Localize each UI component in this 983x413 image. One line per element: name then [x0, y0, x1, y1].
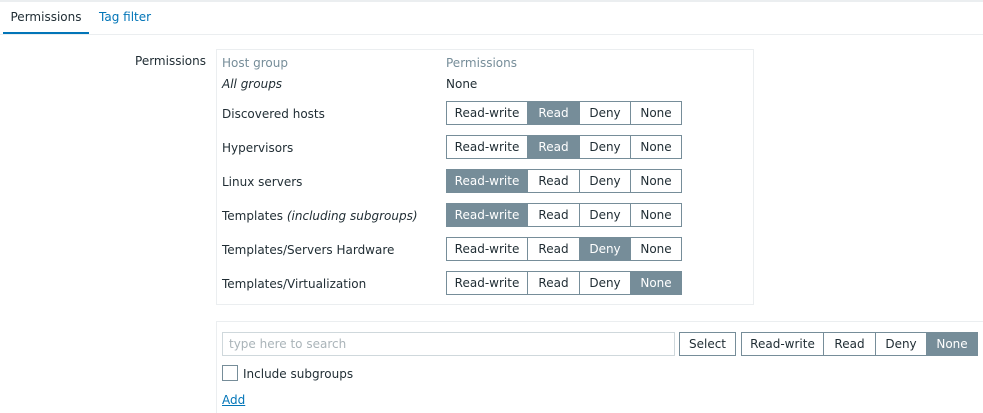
permission-option-none[interactable]: None: [631, 237, 682, 261]
host-group-name: Templates/Virtualization: [222, 277, 366, 291]
tab-permissions[interactable]: Permissions: [3, 2, 89, 34]
new-permission-selector: Read-write Read Deny None: [741, 332, 978, 356]
include-subgroups-label: Include subgroups: [243, 367, 354, 381]
permission-option-read-write[interactable]: Read-write: [446, 101, 528, 125]
permission-option-none[interactable]: None: [631, 169, 682, 193]
host-group-name-text: Templates: [222, 209, 284, 223]
permission-option-none[interactable]: None: [631, 203, 682, 227]
permission-option-read[interactable]: Read: [528, 169, 580, 193]
host-group-name-text: Discovered hosts: [222, 107, 325, 121]
permission-option-deny[interactable]: Deny: [580, 169, 631, 193]
permission-option-deny[interactable]: Deny: [580, 237, 631, 261]
permission-option-read[interactable]: Read: [528, 101, 580, 125]
new-permission-option-none[interactable]: None: [927, 332, 978, 356]
permission-option-deny[interactable]: Deny: [580, 135, 631, 159]
permission-option-read-write[interactable]: Read-write: [446, 135, 528, 159]
permission-option-read-write[interactable]: Read-write: [446, 203, 528, 227]
new-permission-option-read-write[interactable]: Read-write: [741, 332, 824, 356]
column-header-permissions: Permissions: [446, 56, 517, 70]
permission-option-read[interactable]: Read: [528, 135, 580, 159]
permission-option-deny[interactable]: Deny: [580, 203, 631, 227]
include-subgroups-checkbox[interactable]: [222, 365, 238, 381]
permission-selector: Read-write Read Deny None: [446, 271, 682, 295]
permission-option-none[interactable]: None: [631, 101, 682, 125]
permission-option-read-write[interactable]: Read-write: [446, 169, 528, 193]
column-header-host-group: Host group: [222, 56, 288, 70]
new-permission-option-deny[interactable]: Deny: [876, 332, 927, 356]
permission-option-read-write[interactable]: Read-write: [446, 271, 528, 295]
host-group-name: Discovered hosts: [222, 107, 325, 121]
all-groups-label: All groups: [222, 77, 283, 91]
host-group-name-text: Templates/Virtualization: [222, 277, 367, 291]
permission-option-none[interactable]: None: [631, 135, 682, 159]
permission-option-read[interactable]: Read: [528, 271, 580, 295]
permission-option-read[interactable]: Read: [528, 237, 580, 261]
all-groups-permission: None: [446, 77, 478, 91]
host-group-name-text: Hypervisors: [222, 141, 294, 155]
permission-option-read-write[interactable]: Read-write: [446, 237, 528, 261]
host-group-note: (including subgroups): [286, 209, 418, 223]
host-group-name: Hypervisors: [222, 141, 293, 155]
permission-option-deny[interactable]: Deny: [580, 271, 631, 295]
permission-selector: Read-write Read Deny None: [446, 135, 682, 159]
permission-option-none[interactable]: None: [631, 271, 682, 295]
host-group-name: Templates/Servers Hardware: [222, 243, 394, 257]
host-group-name-text: Templates/Servers Hardware: [222, 243, 395, 257]
tab-bar: Permissions Tag filter: [0, 2, 983, 35]
permission-selector: Read-write Read Deny None: [446, 101, 682, 125]
host-group-name: Linux servers: [222, 175, 302, 189]
permission-selector: Read-write Read Deny None: [446, 169, 682, 193]
tab-tag-filter[interactable]: Tag filter: [99, 2, 151, 34]
host-group-search-input[interactable]: [222, 332, 675, 356]
permission-selector: Read-write Read Deny None: [446, 203, 682, 227]
permission-selector: Read-write Read Deny None: [446, 237, 682, 261]
permission-option-read[interactable]: Read: [528, 203, 580, 227]
add-link[interactable]: Add: [222, 393, 245, 407]
permission-option-deny[interactable]: Deny: [580, 101, 631, 125]
host-group-name: Templates (including subgroups): [222, 209, 418, 223]
new-permission-option-read[interactable]: Read: [824, 332, 876, 356]
permissions-form-label: Permissions: [135, 54, 206, 68]
select-button[interactable]: Select: [679, 332, 736, 356]
host-group-name-text: Linux servers: [222, 175, 303, 189]
